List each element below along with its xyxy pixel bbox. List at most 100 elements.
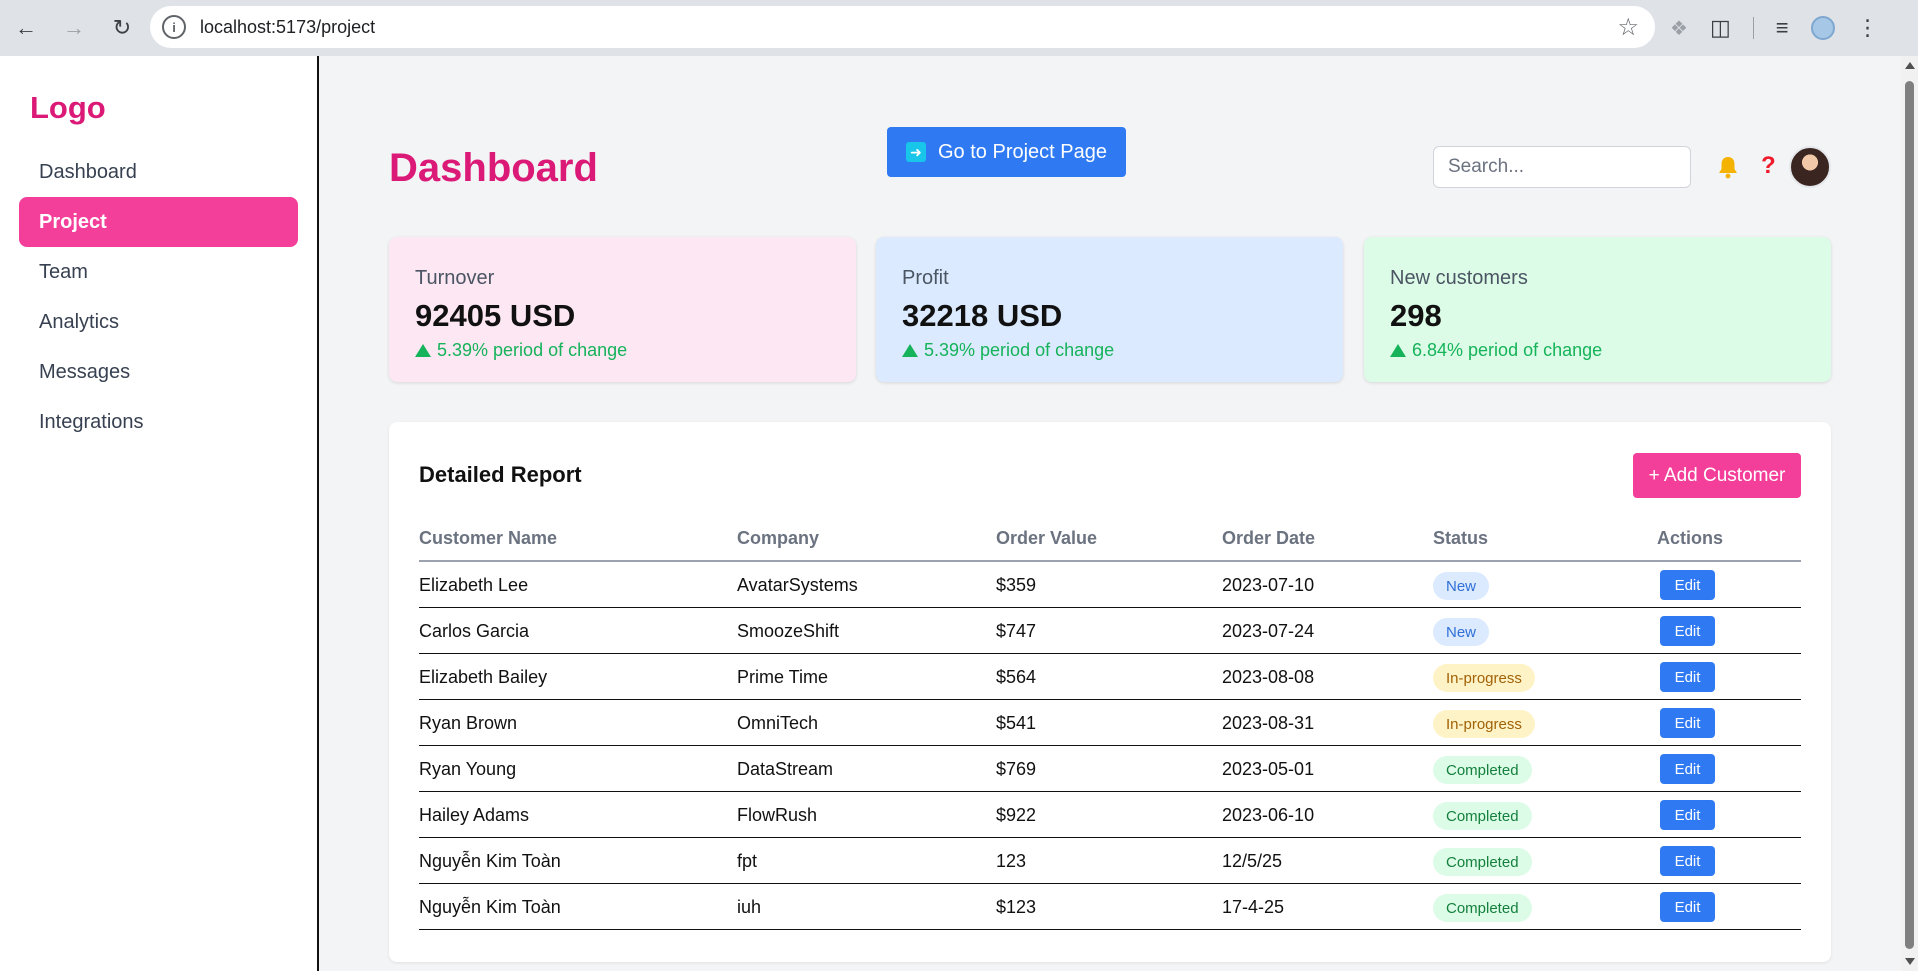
bookmark-star-icon[interactable]: ☆ (1617, 13, 1639, 42)
edit-button[interactable]: Edit (1660, 616, 1715, 646)
sidebar-item-team[interactable]: Team (19, 247, 298, 297)
edit-button[interactable]: Edit (1660, 570, 1715, 600)
company-cell: SmoozeShift (737, 621, 840, 641)
customer-name-cell: Nguyễn Kim Toàn (419, 851, 561, 871)
table-row: Ryan Young DataStream $769 2023-05-01 Comple… (419, 746, 1801, 792)
table-header: Customer Name Company Order Value Order … (419, 528, 1801, 562)
status-badge: New (1433, 618, 1490, 646)
customer-name-cell: Ryan Young (419, 759, 517, 779)
detailed-report-panel: Detailed Report + Add Customer Customer … (389, 422, 1831, 962)
table-row: Ryan Brown OmniTech $541 2023-08-31 In-progr… (419, 700, 1801, 746)
forward-icon[interactable]: → (52, 6, 96, 50)
trend-up-icon (902, 344, 918, 357)
company-cell: DataStream (737, 759, 834, 779)
go-to-project-label: Go to Project Page (938, 140, 1107, 163)
compass-extension-icon[interactable]: ❖ (1670, 16, 1688, 41)
stat-change-text: 5.39% period of change (924, 340, 1115, 360)
trend-up-icon (415, 344, 431, 357)
order-date-cell: 17-4-25 (1222, 897, 1285, 917)
company-cell: fpt (737, 851, 758, 871)
stat-change: 5.39% period of change (902, 340, 1317, 361)
help-icon[interactable]: ? (1761, 152, 1776, 180)
column-header-company[interactable]: Company (737, 528, 819, 549)
table-row: Elizabeth Bailey Prime Time $564 2023-08-08… (419, 654, 1801, 700)
stat-change: 5.39% period of change (415, 340, 830, 361)
extensions-puzzle-icon[interactable]: ◫ (1710, 15, 1731, 41)
edit-button[interactable]: Edit (1660, 800, 1715, 830)
edit-button[interactable]: Edit (1660, 754, 1715, 784)
profile-avatar-icon[interactable] (1810, 16, 1835, 40)
order-date-cell: 2023-07-10 (1222, 575, 1315, 595)
stat-card-turnover: Turnover 92405 USD 5.39% period of chang… (389, 237, 856, 382)
reload-icon[interactable]: ↻ (100, 6, 144, 50)
media-queue-icon[interactable]: ≡ (1776, 15, 1789, 41)
company-cell: AvatarSystems (737, 575, 858, 595)
arrow-right-icon: ➜ (906, 142, 926, 162)
trend-up-icon (1390, 344, 1406, 357)
order-value-cell: $769 (996, 759, 1037, 779)
edit-button[interactable]: Edit (1660, 708, 1715, 738)
scrollbar-thumb[interactable] (1905, 81, 1914, 949)
edit-button[interactable]: Edit (1660, 846, 1715, 876)
order-value-cell: $922 (996, 805, 1037, 825)
stat-card-profit: Profit 32218 USD 5.39% period of change (876, 237, 1343, 382)
edit-button[interactable]: Edit (1660, 892, 1715, 922)
stat-change-text: 5.39% period of change (437, 340, 628, 360)
sidebar-item-messages[interactable]: Messages (19, 347, 298, 397)
logo[interactable]: Logo (30, 90, 106, 126)
table-row: Hailey Adams FlowRush $922 2023-06-10 Comple… (419, 792, 1801, 838)
search-input[interactable] (1433, 146, 1691, 188)
column-header-order-value[interactable]: Order Value (996, 528, 1097, 549)
avatar[interactable] (1789, 146, 1831, 188)
sidebar-item-integrations[interactable]: Integrations (19, 397, 298, 447)
page-scrollbar[interactable] (1901, 56, 1918, 971)
add-customer-button[interactable]: + Add Customer (1633, 453, 1801, 498)
sidebar-item-dashboard[interactable]: Dashboard (19, 147, 298, 197)
site-info-icon[interactable]: i (162, 15, 186, 39)
order-date-cell: 2023-07-24 (1222, 621, 1315, 641)
stat-label: New customers (1390, 267, 1528, 289)
order-date-cell: 2023-08-08 (1222, 667, 1315, 687)
bell-icon[interactable] (1716, 154, 1740, 180)
toolbar-divider (1752, 17, 1754, 39)
browser-toolbar: ← → ↻ i localhost:5173/project ☆ ❖ ◫ ≡ ⋮ (0, 0, 1918, 56)
edit-button[interactable]: Edit (1660, 662, 1715, 692)
status-badge: Completed (1433, 848, 1532, 876)
customer-name-cell: Carlos Garcia (419, 621, 530, 641)
table-row: Elizabeth Lee AvatarSystems $359 2023-07-10… (419, 562, 1801, 608)
stat-change-text: 6.84% period of change (1412, 340, 1603, 360)
sidebar-item-analytics[interactable]: Analytics (19, 297, 298, 347)
stat-value: 92405 USD (415, 298, 576, 333)
address-bar[interactable]: i localhost:5173/project ☆ (150, 6, 1655, 48)
back-icon[interactable]: ← (4, 6, 48, 50)
go-to-project-button[interactable]: ➜ Go to Project Page (887, 127, 1126, 177)
customer-name-cell: Elizabeth Lee (419, 575, 529, 595)
order-value-cell: $359 (996, 575, 1037, 595)
customer-name-cell: Elizabeth Bailey (419, 667, 548, 687)
scroll-down-arrow-icon[interactable] (1905, 958, 1915, 965)
status-badge: New (1433, 572, 1490, 600)
stat-value: 298 (1390, 298, 1442, 333)
scroll-up-arrow-icon[interactable] (1905, 62, 1915, 69)
column-header-order-date[interactable]: Order Date (1222, 528, 1315, 549)
sidebar-item-project[interactable]: Project (19, 197, 298, 247)
column-header-customer-name[interactable]: Customer Name (419, 528, 557, 549)
order-date-cell: 2023-08-31 (1222, 713, 1315, 733)
page-title: Dashboard (389, 146, 598, 190)
company-cell: Prime Time (737, 667, 829, 687)
report-title: Detailed Report (419, 462, 582, 487)
status-badge: Completed (1433, 756, 1532, 784)
stat-change: 6.84% period of change (1390, 340, 1805, 361)
order-value-cell: $564 (996, 667, 1037, 687)
browser-menu-icon[interactable]: ⋮ (1857, 15, 1879, 41)
customer-name-cell: Hailey Adams (419, 805, 530, 825)
column-header-status[interactable]: Status (1433, 528, 1488, 549)
order-date-cell: 2023-06-10 (1222, 805, 1315, 825)
order-value-cell: $747 (996, 621, 1037, 641)
order-date-cell: 2023-05-01 (1222, 759, 1315, 779)
table-row: Nguyễn Kim Toàn iuh $123 17-4-25 Completed Ed… (419, 884, 1801, 930)
status-badge: Completed (1433, 802, 1532, 830)
stat-label: Profit (902, 267, 949, 289)
customer-name-cell: Ryan Brown (419, 713, 518, 733)
company-cell: iuh (737, 897, 762, 917)
